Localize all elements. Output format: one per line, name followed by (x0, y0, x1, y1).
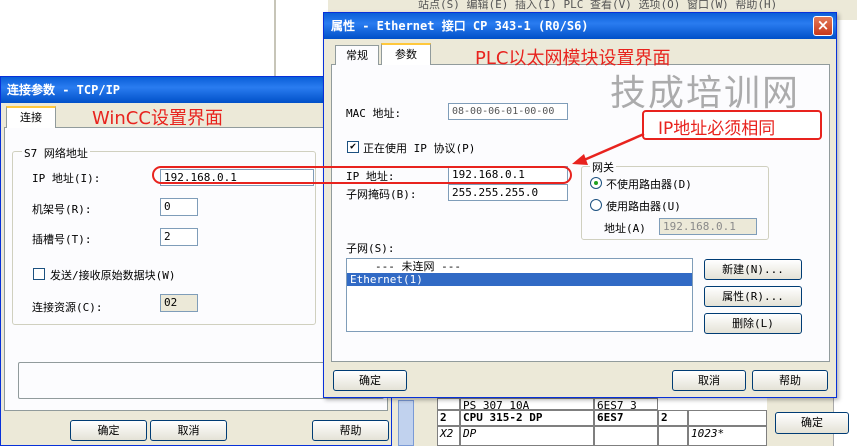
background-left-panel-divider (274, 0, 276, 78)
raw-data-label: 发送/接收原始数据块(W) (50, 269, 176, 282)
subnet-item-unconnected[interactable]: --- 未连网 --- (347, 260, 692, 273)
callout-box: IP地址必须相同 (642, 110, 822, 140)
slot-label: 插槽号(T): (32, 233, 92, 246)
wincc-help-button[interactable]: 帮助 (312, 420, 389, 441)
new-subnet-button[interactable]: 新建(N)... (704, 259, 802, 280)
plc-ok-button[interactable]: 确定 (333, 370, 407, 391)
tab-general[interactable]: 常规 (335, 45, 379, 65)
hw-row-2-order[interactable]: 6ES7 (594, 410, 658, 426)
use-router-radio[interactable] (590, 199, 602, 211)
wincc-ip-highlight (152, 166, 572, 184)
plc-dialog-title: 属性 - Ethernet 接口 CP 343-1 (R0/S6) (331, 19, 589, 33)
hw-row-1-num[interactable] (437, 398, 460, 410)
use-ip-label: 正在使用 IP 协议(P) (363, 142, 476, 155)
wincc-cancel-button[interactable]: 取消 (150, 420, 227, 441)
subnet-item-ethernet[interactable]: Ethernet(1) (347, 273, 692, 286)
hw-row-3-module[interactable]: DP (460, 426, 594, 446)
background-ok-button[interactable]: 确定 (775, 412, 849, 434)
menubar-text[interactable]: 站点(S) 编辑(E) 插入(I) PLC 查看(V) 选项(O) 窗口(W) … (418, 0, 777, 12)
wincc-dialog-title: 连接参数 - TCP/IP (7, 83, 121, 97)
resource-input[interactable]: 02 (160, 294, 198, 312)
subnet-properties-button[interactable]: 属性(R)... (704, 286, 802, 307)
subnet-label: 子网(S): (346, 242, 395, 255)
hw-row-2-module[interactable]: CPU 315-2 DP (460, 410, 594, 426)
s7-group-title: S7 网络地址 (22, 145, 90, 161)
raw-data-checkbox[interactable] (33, 268, 45, 280)
callout-text: IP地址必须相同 (658, 119, 776, 139)
hw-row-3-num[interactable]: X2 (437, 426, 460, 446)
hw-row-2-fw[interactable]: 2 (658, 410, 688, 426)
subnet-list[interactable]: --- 未连网 --- Ethernet(1) (346, 258, 693, 332)
router-addr-label: 地址(A) (604, 222, 646, 235)
router-addr-input[interactable]: 192.168.0.1 (659, 218, 757, 235)
mask-label: 子网掩码(B): (346, 188, 417, 201)
rack-input[interactable]: 0 (160, 198, 198, 216)
slot-input[interactable]: 2 (160, 228, 198, 246)
wincc-ip-label: IP 地址(I): (32, 172, 101, 185)
hw-row-3-addr[interactable]: 1023* (688, 426, 767, 446)
callout-arrow-icon (572, 132, 645, 165)
wincc-ok-button[interactable]: 确定 (70, 420, 147, 441)
hw-row-2-addr (688, 410, 767, 426)
hw-row-3-order (594, 426, 658, 446)
use-ip-checkbox[interactable]: ✔ (347, 141, 359, 153)
close-icon: × (816, 16, 830, 34)
mac-input[interactable]: 08-00-06-01-00-00 (448, 103, 568, 120)
hw-row-3-fw (658, 426, 688, 446)
plc-close-button[interactable]: × (813, 16, 833, 36)
tab-parameters[interactable]: 参数 (381, 43, 431, 65)
mac-label: MAC 地址: (346, 107, 402, 120)
plc-cancel-button[interactable]: 取消 (672, 370, 746, 391)
watermark-logo: 技成培训网 (610, 73, 801, 114)
hw-row-1-order[interactable]: 6ES7 3 (594, 398, 658, 412)
delete-subnet-button[interactable]: 删除(L) (704, 313, 802, 334)
plc-help-button[interactable]: 帮助 (752, 370, 828, 391)
background-scroll-segment[interactable] (398, 400, 414, 446)
resource-label: 连接资源(C): (32, 301, 103, 314)
wincc-annotation: WinCC设置界面 (92, 108, 223, 129)
background-left-panel (0, 0, 329, 78)
mask-input[interactable]: 255.255.255.0 (448, 184, 568, 201)
background-menubar: 站点(S) 编辑(E) 插入(I) PLC 查看(V) 选项(O) 窗口(W) … (328, 0, 857, 12)
hw-row-1-module[interactable]: PS 307 10A (460, 398, 594, 412)
hw-row-2-num[interactable]: 2 (437, 410, 460, 426)
use-router-label: 使用路由器(U) (606, 200, 681, 213)
plc-dialog-titlebar[interactable]: 属性 - Ethernet 接口 CP 343-1 (R0/S6) (324, 13, 836, 39)
tab-connect[interactable]: 连接 (6, 106, 56, 128)
rack-label: 机架号(R): (32, 203, 92, 216)
